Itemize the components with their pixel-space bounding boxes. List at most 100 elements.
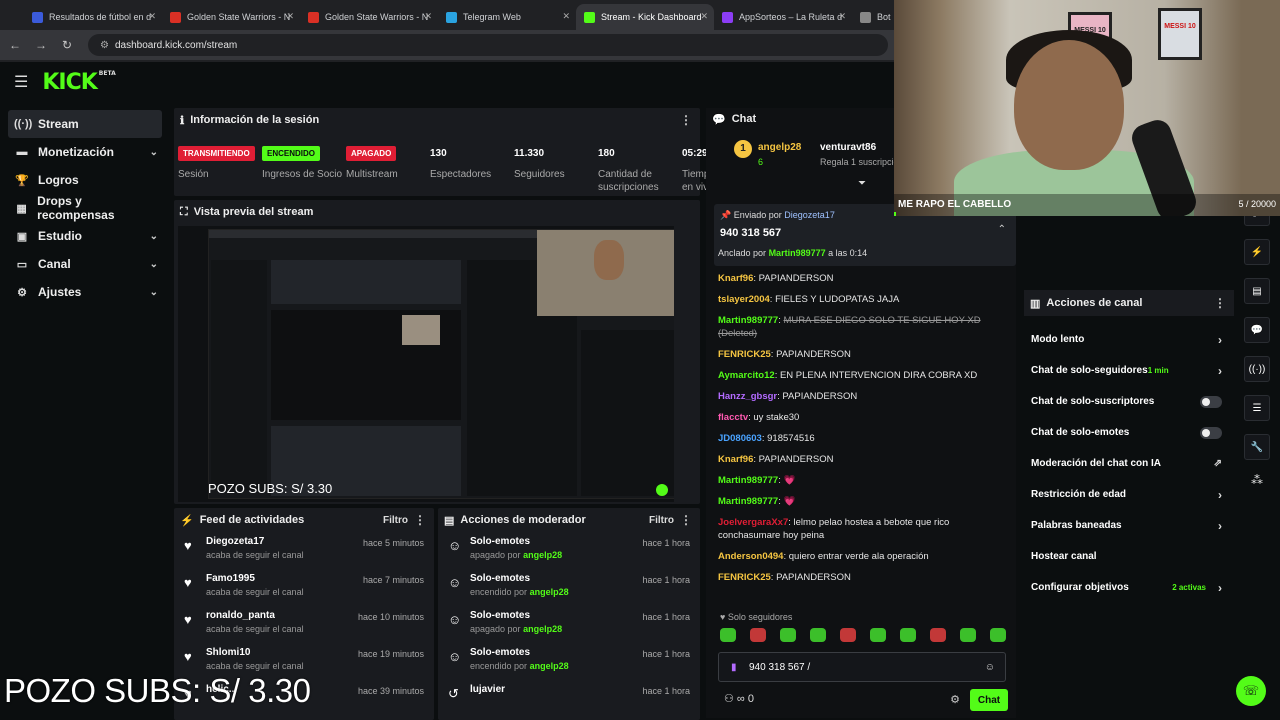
bolt-rail-icon[interactable]: ⚡: [1244, 239, 1270, 265]
browser-tab[interactable]: Telegram Web ✕: [438, 4, 576, 30]
browser-tab[interactable]: AppSorteos – La Ruleta d ✕: [714, 4, 852, 30]
anchored-user[interactable]: Martin989777: [769, 248, 826, 258]
toggle-switch[interactable]: [1200, 426, 1222, 439]
emote-icon[interactable]: [930, 628, 946, 642]
chevron-down-icon[interactable]: ⌄: [150, 259, 158, 270]
top-gifter-name[interactable]: angelp28: [758, 142, 801, 153]
emote-icon[interactable]: [720, 628, 736, 642]
reload-icon[interactable]: ↻: [56, 38, 78, 52]
chat-username[interactable]: Anderson0494: [718, 551, 783, 562]
sidebar-item[interactable]: ▦ Drops y recompensas: [8, 194, 162, 222]
close-icon[interactable]: ✕: [700, 11, 708, 22]
menu-icon[interactable]: ☰: [14, 72, 28, 92]
chevron-down-icon[interactable]: ⌄: [150, 147, 158, 158]
close-icon[interactable]: ✕: [286, 11, 294, 22]
stream-preview[interactable]: POZO SUBS: S/ 3.30: [178, 226, 674, 502]
chat-username[interactable]: Martin989777: [718, 315, 778, 326]
chat-rail-icon[interactable]: 💬: [1244, 317, 1270, 343]
chat-username[interactable]: FENRICK25: [718, 572, 771, 583]
action-row[interactable]: Chat de solo-seguidores 1 min ›: [1024, 355, 1234, 386]
more-icon[interactable]: ⋮: [680, 113, 692, 127]
action-row[interactable]: Configurar objetivos 2 activas ›: [1024, 572, 1234, 603]
chevron-right-icon[interactable]: ›: [1218, 333, 1222, 347]
chat-username[interactable]: Martin989777: [718, 496, 778, 507]
emote-icon[interactable]: [960, 628, 976, 642]
toggle-switch[interactable]: [1200, 395, 1222, 408]
chat-username[interactable]: Knarf96: [718, 273, 753, 284]
chevron-right-icon[interactable]: ›: [1218, 364, 1222, 378]
sidebar-item[interactable]: ⚙ Ajustes ⌄: [8, 278, 162, 306]
action-row[interactable]: Palabras baneadas ›: [1024, 510, 1234, 541]
support-icon[interactable]: ☏: [1236, 676, 1266, 706]
emote-icon[interactable]: [780, 628, 796, 642]
chevron-right-icon[interactable]: ›: [1218, 581, 1222, 595]
list-icon[interactable]: ☰: [1244, 395, 1270, 421]
feed-filter-button[interactable]: Filtro: [383, 515, 408, 526]
chat-username[interactable]: flacctv: [718, 412, 748, 423]
chat-username[interactable]: Knarf96: [718, 454, 753, 465]
emoji-icon[interactable]: ☺: [985, 662, 995, 673]
sidebar-item[interactable]: ▬ Monetización ⌄: [8, 138, 162, 166]
close-icon[interactable]: ✕: [838, 11, 846, 22]
kick-logo[interactable]: KICK BETA: [42, 70, 115, 95]
emote-icon[interactable]: [870, 628, 886, 642]
action-row[interactable]: Chat de solo-suscriptores: [1024, 386, 1234, 417]
emote-icon[interactable]: [810, 628, 826, 642]
forward-icon[interactable]: →: [30, 38, 52, 52]
mod-filter-button[interactable]: Filtro: [649, 515, 674, 526]
action-row[interactable]: Hostear canal: [1024, 541, 1234, 572]
actions-more-icon[interactable]: ⋮: [1214, 296, 1226, 310]
action-row[interactable]: Moderación del chat con IA ⇗: [1024, 448, 1234, 479]
external-link-icon[interactable]: ⇗: [1214, 458, 1222, 469]
mod-action-user[interactable]: angelp28: [530, 661, 569, 671]
action-row[interactable]: Modo lento ›: [1024, 324, 1234, 355]
mod-action-user[interactable]: angelp28: [523, 624, 562, 634]
sidebar-item[interactable]: ▣ Estudio ⌄: [8, 222, 162, 250]
close-icon[interactable]: ✕: [148, 11, 156, 22]
close-icon[interactable]: ✕: [424, 11, 432, 22]
chevron-up-icon[interactable]: ⌃: [998, 224, 1006, 235]
site-info-icon[interactable]: ⚙: [100, 40, 109, 51]
action-row[interactable]: Restricción de edad ›: [1024, 479, 1234, 510]
mod-more-icon[interactable]: ⋮: [680, 513, 692, 527]
chat-username[interactable]: Martin989777: [718, 475, 778, 486]
chat-settings-icon[interactable]: ⚙: [950, 693, 960, 706]
address-field[interactable]: ⚙ dashboard.kick.com/stream: [88, 34, 888, 56]
collapse-icon[interactable]: ⏷: [858, 178, 866, 189]
emote-icon[interactable]: [900, 628, 916, 642]
emote-icon[interactable]: [840, 628, 856, 642]
chat-username[interactable]: FENRICK25: [718, 349, 771, 360]
action-row[interactable]: Chat de solo-emotes: [1024, 417, 1234, 448]
chat-username[interactable]: Hanzz_gbsgr: [718, 391, 777, 402]
viewers-icon[interactable]: ⚇ ∞ 0: [724, 692, 754, 705]
top-sub-name[interactable]: venturavt86: [820, 142, 876, 153]
chevron-right-icon[interactable]: ›: [1218, 519, 1222, 533]
chat-send-button[interactable]: Chat: [970, 689, 1008, 711]
chat-username[interactable]: JoelvergaraXx7: [718, 517, 788, 528]
sidebar-item[interactable]: ((·)) Stream: [8, 110, 162, 138]
mod-action-user[interactable]: angelp28: [530, 587, 569, 597]
chat-username[interactable]: Aymarcito12: [718, 370, 775, 381]
sidebar-item[interactable]: ▭ Canal ⌄: [8, 250, 162, 278]
close-icon[interactable]: ✕: [562, 11, 570, 22]
pinned-by-user[interactable]: Diegozeta17: [784, 210, 835, 220]
mod-action-user[interactable]: angelp28: [523, 550, 562, 560]
emote-icon[interactable]: [990, 628, 1006, 642]
sidebar-item[interactable]: 🏆 Logros: [8, 166, 162, 194]
browser-tab[interactable]: Golden State Warriors - N ✕: [300, 4, 438, 30]
chevron-right-icon[interactable]: ›: [1218, 488, 1222, 502]
doc-icon[interactable]: ▤: [1244, 278, 1270, 304]
emote-icon[interactable]: [750, 628, 766, 642]
chevron-down-icon[interactable]: ⌄: [150, 287, 158, 298]
chat-input[interactable]: ▮ 940 318 567 / ☺: [718, 652, 1006, 682]
chevron-down-icon[interactable]: ⌄: [150, 231, 158, 242]
chat-username[interactable]: tslayer2004: [718, 294, 770, 305]
browser-tab[interactable]: Resultados de fútbol en d ✕: [24, 4, 162, 30]
chat-username[interactable]: JD080603: [718, 433, 762, 444]
back-icon[interactable]: ←: [4, 38, 26, 52]
browser-tab[interactable]: Golden State Warriors - N ✕: [162, 4, 300, 30]
wrench-icon[interactable]: 🔧: [1244, 434, 1270, 460]
apps-icon[interactable]: ⁂: [1244, 473, 1270, 487]
browser-tab[interactable]: Stream - Kick Dashboard ✕: [576, 4, 714, 30]
feed-more-icon[interactable]: ⋮: [414, 513, 426, 527]
